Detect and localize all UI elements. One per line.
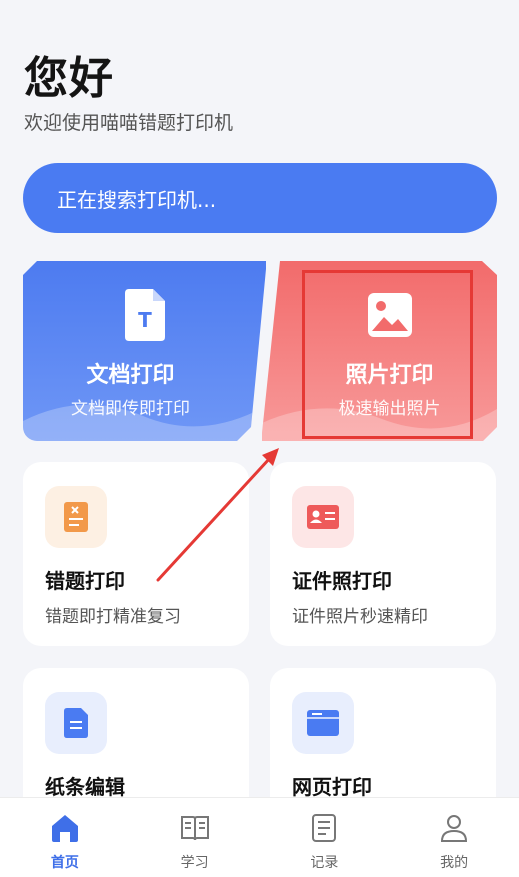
book-icon — [180, 816, 209, 841]
mistake-sheet-icon-wrap — [45, 486, 107, 548]
mistake-sheet-icon — [64, 502, 88, 532]
record-icon — [312, 814, 337, 842]
mistake-print-title: 错题打印 — [45, 569, 125, 593]
document-print-title: 文档打印 — [86, 363, 175, 388]
greeting-title: 您好 — [24, 53, 114, 104]
greeting-subtitle: 欢迎使用喵喵错题打印机 — [24, 112, 234, 134]
nav-label-records: 记录 — [310, 855, 339, 871]
nav-label-profile: 我的 — [440, 855, 469, 871]
webpage-icon — [307, 710, 339, 736]
id-photo-print-card[interactable]: 证件照打印 证件照片秒速精印 — [270, 462, 496, 646]
nav-item-profile[interactable]: 我的 — [389, 798, 519, 877]
mistake-print-card[interactable]: 错题打印 错题即打精准复习 — [23, 462, 249, 646]
id-card-icon — [307, 505, 339, 529]
annotation-highlight-box — [302, 270, 473, 439]
nav-label-home: 首页 — [50, 855, 79, 871]
id-card-icon-wrap — [292, 486, 354, 548]
note-edit-title: 纸条编辑 — [45, 775, 125, 799]
nav-item-records[interactable]: 记录 — [260, 798, 390, 877]
bottom-nav: 首页 学习 记录 我的 — [0, 797, 519, 877]
nav-label-study: 学习 — [180, 855, 209, 871]
id-photo-print-subtitle: 证件照片秒速精印 — [292, 607, 428, 627]
note-icon-wrap — [45, 692, 107, 754]
webpage-print-title: 网页打印 — [292, 775, 372, 799]
nav-item-study[interactable]: 学习 — [130, 798, 260, 877]
document-icon: T — [124, 289, 165, 341]
note-icon — [64, 708, 88, 738]
svg-text:T: T — [138, 308, 152, 332]
printer-search-bar[interactable]: 正在搜索打印机... — [23, 163, 497, 233]
document-print-subtitle: 文档即传即打印 — [71, 399, 190, 419]
webpage-icon-wrap — [292, 692, 354, 754]
user-icon — [441, 815, 468, 842]
home-icon — [51, 815, 78, 842]
nav-item-home[interactable]: 首页 — [0, 798, 130, 877]
id-photo-print-title: 证件照打印 — [292, 569, 392, 593]
document-print-card[interactable]: T 文档打印 文档即传即打印 — [23, 261, 266, 441]
printer-search-status: 正在搜索打印机... — [57, 187, 217, 212]
mistake-print-subtitle: 错题即打精准复习 — [45, 607, 181, 627]
